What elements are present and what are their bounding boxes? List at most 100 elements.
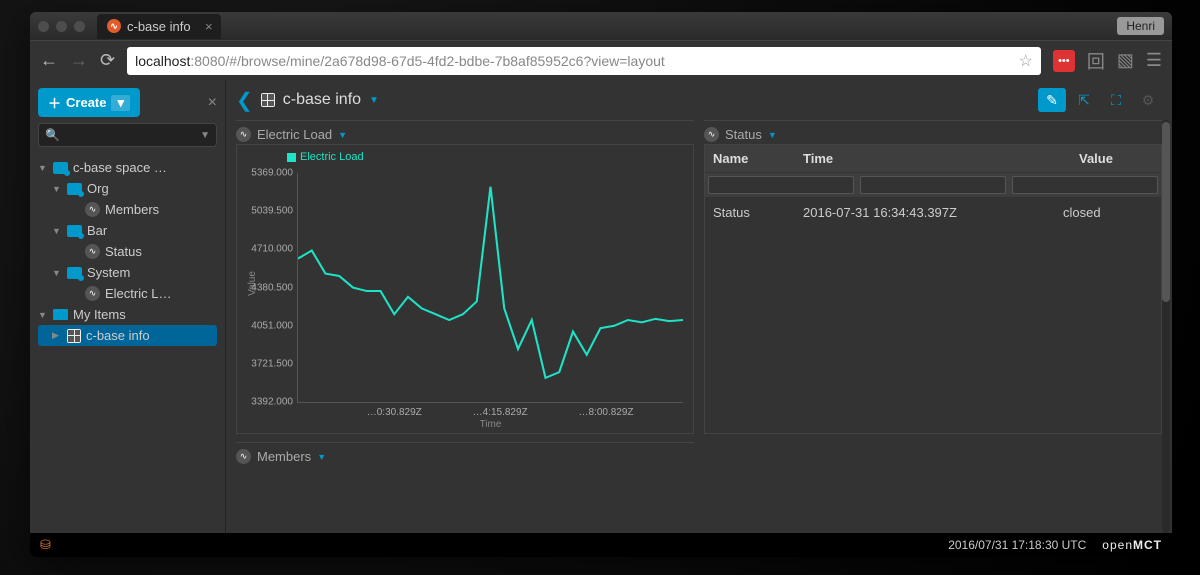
main: ❮ c-base info ▼ ✎ ⇱ ⛶ ⚙ ∿ xyxy=(225,80,1172,533)
edit-button[interactable]: ✎ xyxy=(1038,88,1066,112)
main-header: ❮ c-base info ▼ ✎ ⇱ ⛶ ⚙ xyxy=(226,80,1172,120)
tree-label: Status xyxy=(105,244,217,259)
extension-icon[interactable]: ••• xyxy=(1053,50,1075,72)
menu-icon[interactable]: ☰ xyxy=(1146,50,1162,71)
statusbar: ⛁ 2016/07/31 17:18:30 UTC openMCT xyxy=(30,533,1172,557)
sidebar: ＋ Create ▾ × 🔍 ▼ ▼ c-base space … ▼ Org ∿Mem… xyxy=(30,80,225,533)
members-dropdown-icon[interactable]: ▼ xyxy=(317,452,326,462)
ytick: 4380.500 xyxy=(238,282,293,293)
max-dot[interactable] xyxy=(74,21,85,32)
app: ＋ Create ▾ × 🔍 ▼ ▼c-base space …▼Org∿Mem… xyxy=(30,80,1172,533)
close-tab-icon[interactable]: × xyxy=(205,19,213,34)
clock: 2016/07/31 17:18:30 UTC xyxy=(948,538,1086,552)
scrollbar[interactable] xyxy=(1162,120,1170,533)
twisty-icon[interactable]: ▼ xyxy=(52,184,62,194)
col-time[interactable]: Time xyxy=(795,145,1071,172)
tree-node[interactable]: ∿ Status xyxy=(38,241,217,262)
cast-icon[interactable]: ▧ xyxy=(1117,50,1134,71)
reload-icon[interactable]: ⟳ xyxy=(100,50,115,71)
telem-icon: ∿ xyxy=(85,244,100,259)
telemetry-icon: ∿ xyxy=(236,449,251,464)
nav-back-icon[interactable]: ❮ xyxy=(236,88,253,113)
title-dropdown-icon[interactable]: ▼ xyxy=(369,95,379,106)
chart-dropdown-icon[interactable]: ▼ xyxy=(338,130,347,140)
cell-time: 2016-07-31 16:34:43.397Z xyxy=(803,205,1063,220)
tree-label: c-base space … xyxy=(73,160,217,175)
bookmark-star-icon[interactable]: ☆ xyxy=(1019,51,1033,71)
members-title: Members xyxy=(257,449,311,464)
favicon: ∿ xyxy=(107,19,121,33)
tree-label: Electric L… xyxy=(105,286,217,301)
create-button[interactable]: ＋ Create ▾ xyxy=(38,88,140,117)
url-path: /#/browse/mine/2a678d98-67d5-4fd2-bdbe-7… xyxy=(225,53,664,69)
tree-label: System xyxy=(87,265,217,280)
create-label: Create xyxy=(66,95,106,110)
search-input[interactable]: 🔍 ▼ xyxy=(38,123,217,147)
tree-label: Org xyxy=(87,181,217,196)
collapse-sidebar-icon[interactable]: × xyxy=(208,94,217,112)
telemetry-icon: ∿ xyxy=(236,127,251,142)
filter-value[interactable] xyxy=(1012,176,1158,194)
tree-node[interactable]: ▶c-base info xyxy=(38,325,217,346)
ytick: 5039.500 xyxy=(238,206,293,217)
filter-row xyxy=(705,172,1161,197)
popout-button[interactable]: ⇱ xyxy=(1070,88,1098,112)
scroll-thumb[interactable] xyxy=(1162,122,1170,302)
panels: ∿ Electric Load ▼ Electric Load Value Ti… xyxy=(226,120,1172,533)
ytick: 3721.500 xyxy=(238,358,293,369)
twisty-icon[interactable]: ▼ xyxy=(52,226,62,236)
tree-node[interactable]: ▼ Org xyxy=(38,178,217,199)
table-row[interactable]: Status 2016-07-31 16:34:43.397Z closed xyxy=(705,197,1161,228)
cell-name: Status xyxy=(713,205,803,220)
twisty-icon[interactable]: ▼ xyxy=(52,268,62,278)
extension2-icon[interactable]: 回 xyxy=(1087,48,1105,74)
search-icon: 🔍 xyxy=(45,128,60,142)
telem-icon: ∿ xyxy=(85,286,100,301)
telemetry-icon: ∿ xyxy=(704,127,719,142)
tree-node[interactable]: ▼ c-base space … xyxy=(38,157,217,178)
browser-tab[interactable]: ∿ c-base info × xyxy=(97,14,221,39)
gear-icon[interactable]: ⚙ xyxy=(1134,88,1162,112)
user-badge[interactable]: Henri xyxy=(1117,17,1164,35)
tree-node[interactable]: ∿ Electric L… xyxy=(38,283,217,304)
col-name[interactable]: Name xyxy=(705,145,795,172)
box-icon xyxy=(67,225,82,237)
cell-value: closed xyxy=(1063,205,1153,220)
filter-name[interactable] xyxy=(708,176,854,194)
twisty-icon[interactable]: ▶ xyxy=(52,330,62,341)
box-icon xyxy=(67,183,82,195)
status-panel: ∿ Status ▼ Name Time Value xyxy=(704,120,1162,434)
fullscreen-button[interactable]: ⛶ xyxy=(1102,88,1130,112)
window-controls[interactable] xyxy=(38,21,85,32)
address-bar[interactable]: localhost:8080/#/browse/mine/2a678d98-67… xyxy=(127,47,1041,75)
filter-time[interactable] xyxy=(860,176,1006,194)
tree-node[interactable]: ∿Members xyxy=(38,199,217,220)
chart[interactable]: Electric Load Value Time 5369.0005039.50… xyxy=(236,144,694,434)
folder-icon xyxy=(53,309,68,320)
database-icon[interactable]: ⛁ xyxy=(40,537,51,553)
min-dot[interactable] xyxy=(56,21,67,32)
forward-icon: → xyxy=(70,50,88,71)
status-dropdown-icon[interactable]: ▼ xyxy=(768,130,777,140)
tree-node[interactable]: ▼ System xyxy=(38,262,217,283)
xtick: …0:30.829Z xyxy=(367,407,422,418)
search-dropdown-icon[interactable]: ▼ xyxy=(200,130,210,141)
tree-label: Bar xyxy=(87,223,217,238)
telem-icon: ∿ xyxy=(85,202,100,217)
plus-icon: ＋ xyxy=(48,93,61,112)
tree-node[interactable]: ▼ My Items xyxy=(38,304,217,325)
back-icon[interactable]: ← xyxy=(40,50,58,71)
twisty-icon[interactable]: ▼ xyxy=(38,310,48,320)
status-table: Name Time Value Status 2016-07-31 16:34:… xyxy=(704,144,1162,434)
chart-panel: ∿ Electric Load ▼ Electric Load Value Ti… xyxy=(236,120,694,434)
close-dot[interactable] xyxy=(38,21,49,32)
chevron-down-icon[interactable]: ▾ xyxy=(111,95,130,111)
tree-label: My Items xyxy=(73,307,217,322)
browser-window: ∿ c-base info × Henri ← → ⟳ localhost:80… xyxy=(30,12,1172,557)
box-icon xyxy=(67,267,82,279)
tree-node[interactable]: ▼ Bar xyxy=(38,220,217,241)
twisty-icon[interactable]: ▼ xyxy=(38,163,48,173)
layout-icon xyxy=(261,93,275,107)
col-value[interactable]: Value xyxy=(1071,145,1161,172)
ytick: 3392.000 xyxy=(238,397,293,408)
